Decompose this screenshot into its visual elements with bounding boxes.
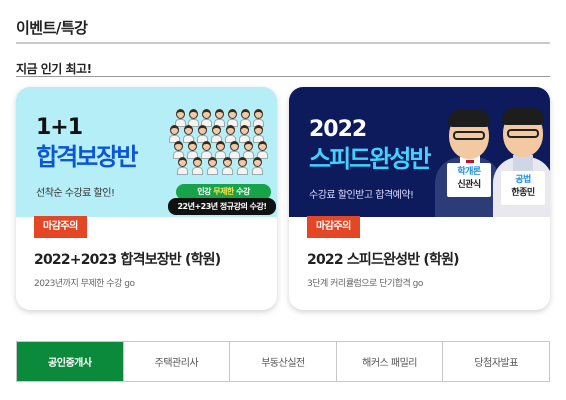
instructor-head — [174, 141, 183, 151]
pill-highlight: 무제한 — [213, 187, 234, 196]
deadline-badge: 마감주의 — [307, 216, 360, 238]
instructor-head — [254, 109, 263, 119]
instructor-head — [198, 125, 207, 135]
instructor-tag-2: 공법 한종민 — [501, 171, 545, 205]
instructor-head — [193, 157, 202, 167]
instructor-head — [230, 141, 239, 151]
instructor-head — [170, 125, 179, 135]
tab-hackers-family[interactable]: 해커스 패밀리 — [335, 342, 443, 381]
banner-prefix: 2022 — [309, 117, 367, 142]
instructor-body — [177, 167, 188, 175]
card-description: 2023년까지 무제한 수강 go — [34, 279, 135, 289]
instructor-body — [222, 167, 233, 175]
instructor-head — [228, 109, 237, 119]
instructor-head — [253, 157, 262, 167]
section-title: 이벤트/특강 — [16, 19, 88, 37]
instructor-head — [188, 141, 197, 151]
category-tabs: 공인중개사 주택관리사 부동산실전 해커스 패밀리 당첨자발표 — [16, 341, 550, 382]
instructor-head — [189, 109, 198, 119]
event-card-speed-completion[interactable]: 2022 스피드완성반 수강료 할인받고 합격예약! 학개론 신관식 공법 한종… — [289, 87, 550, 310]
instructor-head — [215, 109, 224, 119]
instructor-head — [184, 125, 193, 135]
card-description: 3단계 커리큘럼으로 단기합격 go — [307, 279, 423, 289]
instructor-name: 신관식 — [457, 180, 481, 190]
section-subtitle: 지금 인기 최고! — [16, 62, 92, 76]
instructor-body — [207, 167, 218, 175]
instructor-head — [244, 141, 253, 151]
instructor-head — [254, 125, 263, 135]
instructor-head — [202, 141, 211, 151]
card-title[interactable]: 2022+2023 합격보장반 (학원) — [34, 249, 221, 269]
banner-subtext: 선착순 수강료 할인! — [36, 188, 115, 199]
instructor-tag-1: 학개론 신관식 — [447, 163, 491, 197]
instructor-head — [178, 157, 187, 167]
tab-housing-manager[interactable]: 주택관리사 — [122, 342, 230, 381]
instructor-body — [252, 167, 263, 175]
instructor-head — [240, 125, 249, 135]
instructor-head — [212, 125, 221, 135]
instructor-name: 한종민 — [511, 188, 535, 198]
deadline-badge: 마감주의 — [34, 216, 87, 238]
instructor-body — [192, 167, 203, 175]
banner-headline: 합격보장반 — [36, 143, 138, 171]
tab-licensed-realtor[interactable]: 공인중개사 — [17, 342, 123, 381]
banner-subtext: 수강료 할인받고 합격예약! — [309, 190, 414, 201]
instructors-group-image — [166, 107, 276, 187]
instructor-head — [258, 141, 267, 151]
event-banner-pass-guarantee[interactable]: 1+1 합격보장반 선착순 수강료 할인! 인강 무제한 수강 22년+23년 … — [16, 87, 277, 217]
pill-prefix: 인강 — [197, 187, 214, 196]
banner-prefix: 1+1 — [36, 115, 83, 140]
tab-winner-announcement[interactable]: 당첨자발표 — [442, 342, 549, 381]
event-card-pass-guarantee[interactable]: 1+1 합격보장반 선착순 수강료 할인! 인강 무제한 수강 22년+23년 … — [16, 87, 277, 310]
instructor-head — [241, 109, 250, 119]
instructor-body — [237, 167, 248, 175]
tab-real-estate-practice[interactable]: 부동산실전 — [229, 342, 336, 381]
section-divider — [16, 42, 550, 44]
instructor-head — [202, 109, 211, 119]
instructor-head — [223, 157, 232, 167]
banner-headline: 스피드완성반 — [309, 145, 431, 173]
instructor-head — [176, 109, 185, 119]
pill-suffix: 수강 — [233, 187, 250, 196]
instructor-head — [216, 141, 225, 151]
subtitle-divider — [16, 76, 550, 77]
instructor-head — [208, 157, 217, 167]
instructor-head — [238, 157, 247, 167]
instructor-subject: 공법 — [515, 175, 531, 185]
event-banner-speed-completion[interactable]: 2022 스피드완성반 수강료 할인받고 합격예약! 학개론 신관식 공법 한종… — [289, 87, 550, 217]
instructor-head — [226, 125, 235, 135]
instructor-subject: 학개론 — [457, 167, 481, 177]
course-pill: 22년+23년 정규강의 수강! — [168, 198, 276, 215]
card-title[interactable]: 2022 스피드완성반 (학원) — [307, 249, 460, 269]
